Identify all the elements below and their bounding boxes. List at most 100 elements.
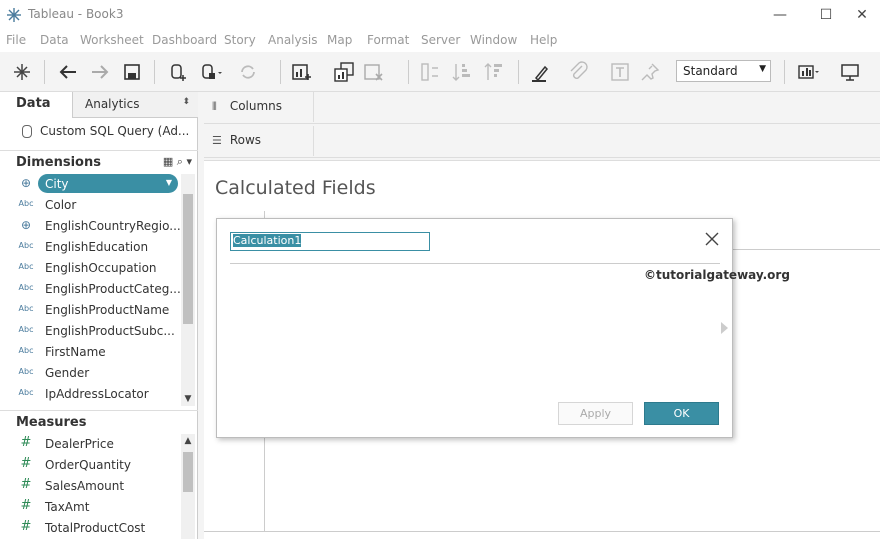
expand-arrow-icon[interactable] [721, 322, 728, 334]
datasource-item[interactable]: Custom SQL Query (Ad... [0, 120, 198, 144]
field-item[interactable]: Abc EnglishProductCateg... [0, 279, 180, 300]
columns-shelf[interactable]: ⦀ Columns [204, 92, 880, 124]
field-name: TaxAmt [45, 500, 90, 514]
fit-dropdown[interactable]: Standard ▼ [676, 60, 771, 82]
measure-number-icon: # [20, 477, 32, 492]
dimensions-scrollbar[interactable]: ▼ [181, 174, 195, 406]
ok-button[interactable]: OK [644, 402, 719, 425]
field-name: EnglishOccupation [45, 261, 157, 275]
string-type-icon: Abc [18, 325, 34, 334]
menu-map[interactable]: Map [327, 33, 352, 47]
calculation-name-input[interactable]: Calculation1 [230, 232, 430, 251]
field-item[interactable]: Abc Gender [0, 363, 180, 384]
field-name: EnglishProductCateg... [45, 282, 180, 296]
view-data-icon[interactable]: ▦ [163, 155, 173, 168]
field-item[interactable]: Abc FirstName [0, 342, 180, 363]
rows-label: Rows [229, 133, 262, 147]
tableau-home-icon[interactable] [10, 60, 34, 84]
measures-label: Measures [16, 415, 87, 430]
fix-axes-pin-icon[interactable] [638, 60, 662, 84]
minimize-button[interactable]: — [770, 5, 790, 25]
updown-arrows-icon: ⬍ [182, 97, 190, 107]
tab-analytics-label: Analytics [85, 97, 140, 111]
highlight-icon[interactable] [528, 60, 552, 84]
tab-data[interactable]: Data [0, 92, 72, 118]
save-icon[interactable] [120, 60, 144, 84]
field-item[interactable]: Abc EnglishProductSubc... [0, 321, 180, 342]
field-item[interactable]: Abc EnglishOccupation [0, 258, 180, 279]
scrollbar-thumb[interactable] [183, 194, 193, 324]
presentation-mode-icon[interactable] [838, 60, 862, 84]
field-item[interactable]: Abc EnglishEducation [0, 237, 180, 258]
chevron-down-icon[interactable]: ▼ [166, 178, 172, 187]
menu-story[interactable]: Story [224, 33, 256, 47]
scrollbar-thumb[interactable] [183, 452, 193, 492]
field-name: SalesAmount [45, 479, 125, 493]
redo-icon[interactable] [88, 60, 112, 84]
scroll-down-icon[interactable]: ▼ [181, 394, 195, 404]
field-name: EnglishEducation [45, 240, 149, 254]
dimensions-header: Dimensions ▦ ⌕ ▾ [0, 150, 198, 172]
menu-window[interactable]: Window [470, 33, 517, 47]
menu-worksheet[interactable]: Worksheet [80, 33, 144, 47]
menu-help[interactable]: Help [530, 33, 557, 47]
toolbar-separator [44, 60, 45, 84]
field-item[interactable]: Abc IpAddressLocator [0, 384, 180, 405]
close-window-button[interactable]: ✕ [852, 5, 872, 25]
columns-label: Columns [229, 99, 283, 113]
datasource-options-icon[interactable] [198, 60, 222, 84]
field-item[interactable]: # OrderQuantity [0, 455, 180, 476]
rows-shelf[interactable]: ☰ Rows [204, 126, 880, 158]
swap-rows-columns-icon[interactable] [418, 60, 442, 84]
measure-number-icon: # [20, 519, 32, 534]
scroll-up-icon[interactable]: ▲ [181, 436, 195, 446]
menu-server[interactable]: Server [421, 33, 460, 47]
field-item[interactable]: Abc EnglishProductName [0, 300, 180, 321]
string-type-icon: Abc [18, 388, 34, 397]
show-me-icon[interactable] [796, 60, 820, 84]
toolbar: Standard ▼ [0, 52, 880, 92]
sort-descending-icon[interactable] [482, 60, 506, 84]
field-item[interactable]: # SalesAmount [0, 476, 180, 497]
rows-icon: ☰ [212, 134, 222, 147]
apply-button[interactable]: Apply [558, 402, 633, 425]
field-item[interactable]: ⊕ EnglishCountryRegio... [0, 216, 180, 237]
toolbar-separator [408, 60, 409, 84]
chevron-down-icon: ▼ [759, 64, 766, 74]
fit-dropdown-value: Standard [683, 64, 738, 78]
undo-icon[interactable] [56, 60, 80, 84]
menu-file[interactable]: File [6, 33, 26, 47]
close-icon[interactable] [704, 231, 720, 247]
sort-ascending-icon[interactable] [450, 60, 474, 84]
new-worksheet-icon[interactable] [290, 60, 314, 84]
field-item[interactable]: # DealerPrice [0, 434, 180, 455]
field-item[interactable]: # TotalProductCost [0, 518, 180, 539]
menu-data[interactable]: Data [40, 33, 69, 47]
datasource-name: Custom SQL Query (Ad... [40, 124, 190, 138]
field-item[interactable]: Abc Color [0, 195, 180, 216]
canvas-divider [204, 531, 880, 532]
menu-analysis[interactable]: Analysis [268, 33, 317, 47]
menu-format[interactable]: Format [367, 33, 409, 47]
string-type-icon: Abc [18, 346, 34, 355]
clear-sheet-icon[interactable] [362, 60, 386, 84]
tab-analytics[interactable]: Analytics ⬍ [72, 92, 198, 118]
field-name: IpAddressLocator [45, 387, 149, 401]
chevron-down-icon[interactable]: ▾ [186, 155, 192, 168]
string-type-icon: Abc [18, 262, 34, 271]
new-datasource-icon[interactable] [166, 60, 190, 84]
show-mark-labels-icon[interactable] [608, 60, 632, 84]
maximize-button[interactable]: ☐ [816, 5, 836, 25]
calculation-name-value: Calculation1 [233, 234, 302, 247]
field-item[interactable]: # TaxAmt [0, 497, 180, 518]
field-item[interactable]: ⊕ City ▼ [0, 174, 180, 195]
group-members-icon[interactable] [566, 60, 590, 84]
field-name: FirstName [45, 345, 106, 359]
duplicate-sheet-icon[interactable] [332, 60, 356, 84]
tableau-logo-icon [7, 8, 21, 22]
refresh-icon[interactable] [236, 60, 260, 84]
search-icon[interactable]: ⌕ [177, 155, 183, 168]
measures-scrollbar[interactable]: ▲ [181, 434, 195, 539]
menu-dashboard[interactable]: Dashboard [152, 33, 217, 47]
field-name: Gender [45, 366, 90, 380]
